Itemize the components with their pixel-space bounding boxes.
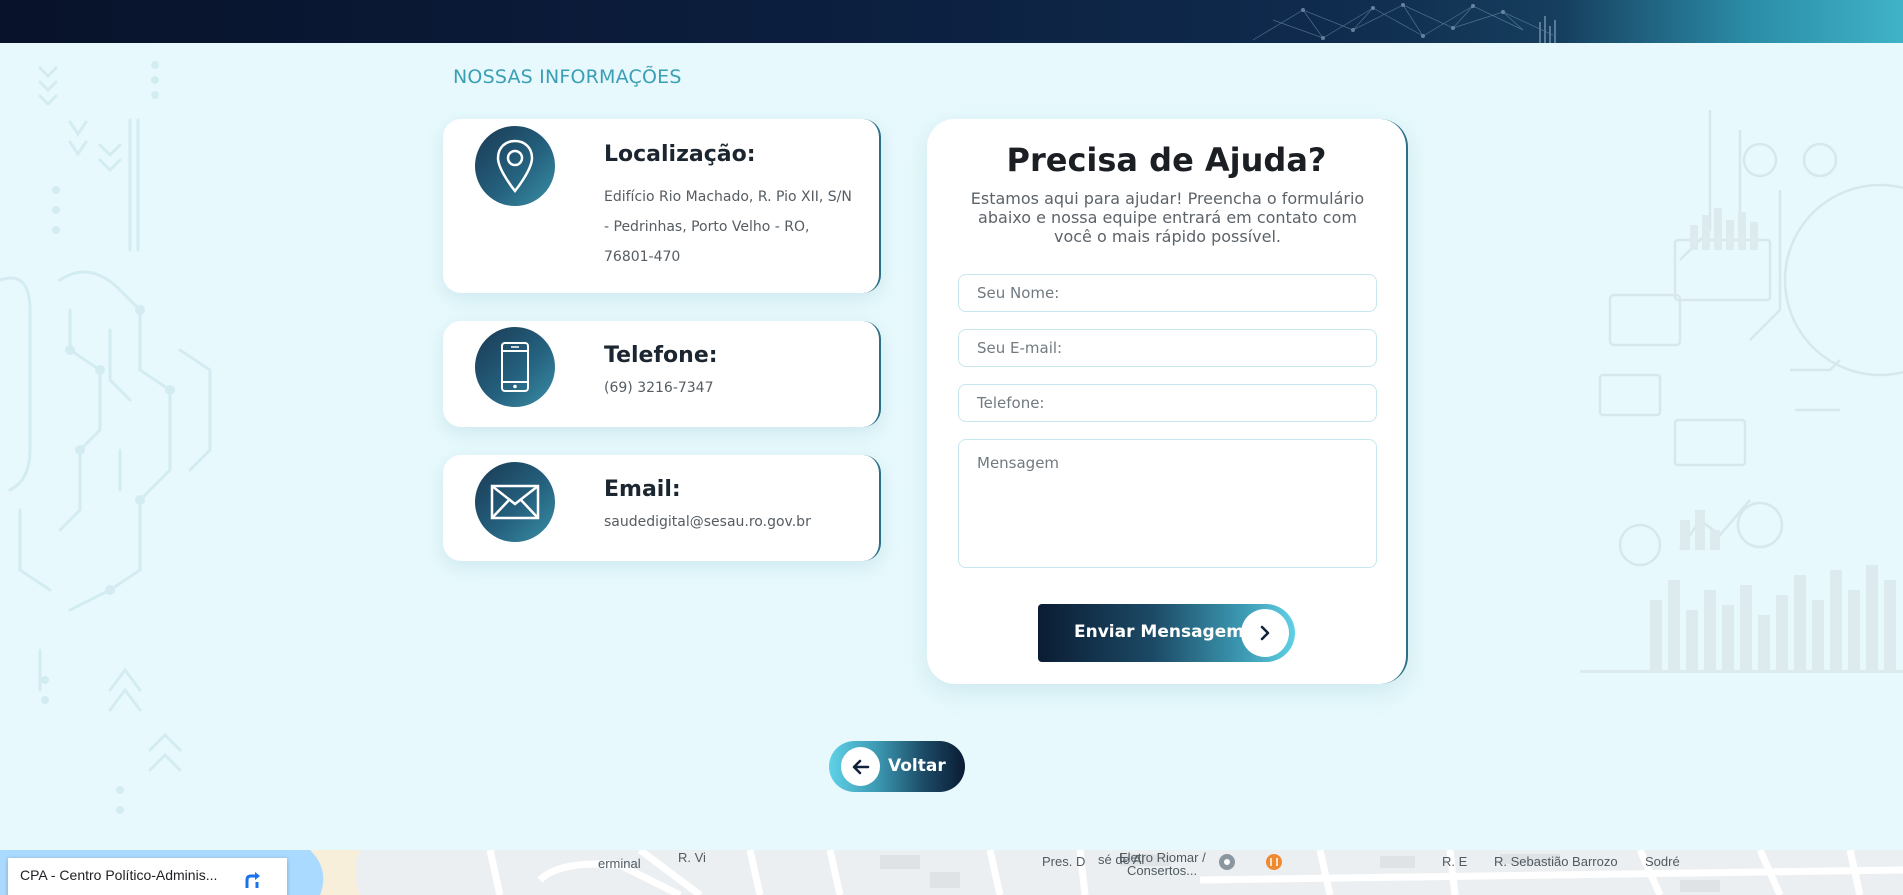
phone-card: Telefone: (69) 3216-7347: [443, 321, 881, 427]
back-circle: [841, 747, 880, 786]
map-place-name[interactable]: CPA - Centro Político-Adminis...: [20, 867, 230, 883]
circuit-brain-decoration-icon: [0, 61, 212, 814]
map-poi-label: Consertos...: [1127, 863, 1198, 878]
back-button[interactable]: Voltar: [829, 741, 965, 792]
name-input[interactable]: [958, 274, 1377, 312]
location-address: Edifício Rio Machado, R. Pio XII, S/N - …: [604, 189, 852, 265]
phone-title: Telefone:: [604, 343, 718, 368]
location-card: Localização: Edifício Rio Machado, R. Pi…: [443, 119, 881, 293]
back-label: Voltar: [888, 756, 946, 776]
email-title: Email:: [604, 477, 681, 502]
map-street-label: R. E: [1442, 854, 1468, 869]
envelope-icon: [490, 484, 540, 520]
location-pin-icon: [496, 139, 534, 193]
map-street-label: R. Sebastião Barrozo: [1494, 854, 1618, 869]
phone-icon: [501, 342, 529, 392]
location-icon-badge: [475, 126, 555, 206]
phone-number: (69) 3216-7347: [604, 380, 714, 396]
form-subtitle: Estamos aqui para ajudar! Preencha o for…: [970, 189, 1365, 246]
email-input[interactable]: [958, 329, 1377, 367]
phone-icon-badge: [475, 327, 555, 407]
chevron-right-icon: [1260, 625, 1270, 641]
phone-input[interactable]: [958, 384, 1377, 422]
send-circle: [1241, 609, 1289, 657]
map-place-card[interactable]: CPA - Centro Político-Adminis...: [8, 858, 287, 895]
location-title: Localização:: [604, 142, 756, 167]
map-street-label: Sodré: [1645, 854, 1680, 869]
network-decoration-icon: [1252, 3, 1556, 43]
send-message-button[interactable]: Enviar Mensagem: [1038, 604, 1295, 662]
send-message-label: Enviar Mensagem: [1074, 622, 1244, 642]
map-street-label: Pres. D: [1042, 854, 1086, 869]
message-textarea[interactable]: [958, 439, 1377, 568]
email-address[interactable]: saudedigital@sesau.ro.gov.br: [604, 507, 854, 537]
email-card: Email: saudedigital@sesau.ro.gov.br: [443, 455, 881, 561]
form-title: Precisa de Ajuda?: [1006, 141, 1327, 179]
arrow-left-icon: [852, 759, 869, 774]
analytics-decoration-icon: [1580, 110, 1903, 673]
embedded-map[interactable]: R. Vi erminal Pres. D sé de Al Eletro Ri…: [0, 850, 1903, 895]
contact-form-card: Precisa de Ajuda? Estamos aqui para ajud…: [927, 119, 1408, 684]
top-banner: [0, 0, 1903, 43]
map-street-label: erminal: [598, 856, 641, 871]
map-street-label: R. Vi: [678, 850, 706, 865]
email-icon-badge: [475, 462, 555, 542]
section-title: NOSSAS INFORMAÇÕES: [453, 66, 682, 88]
directions-icon[interactable]: [243, 868, 265, 890]
